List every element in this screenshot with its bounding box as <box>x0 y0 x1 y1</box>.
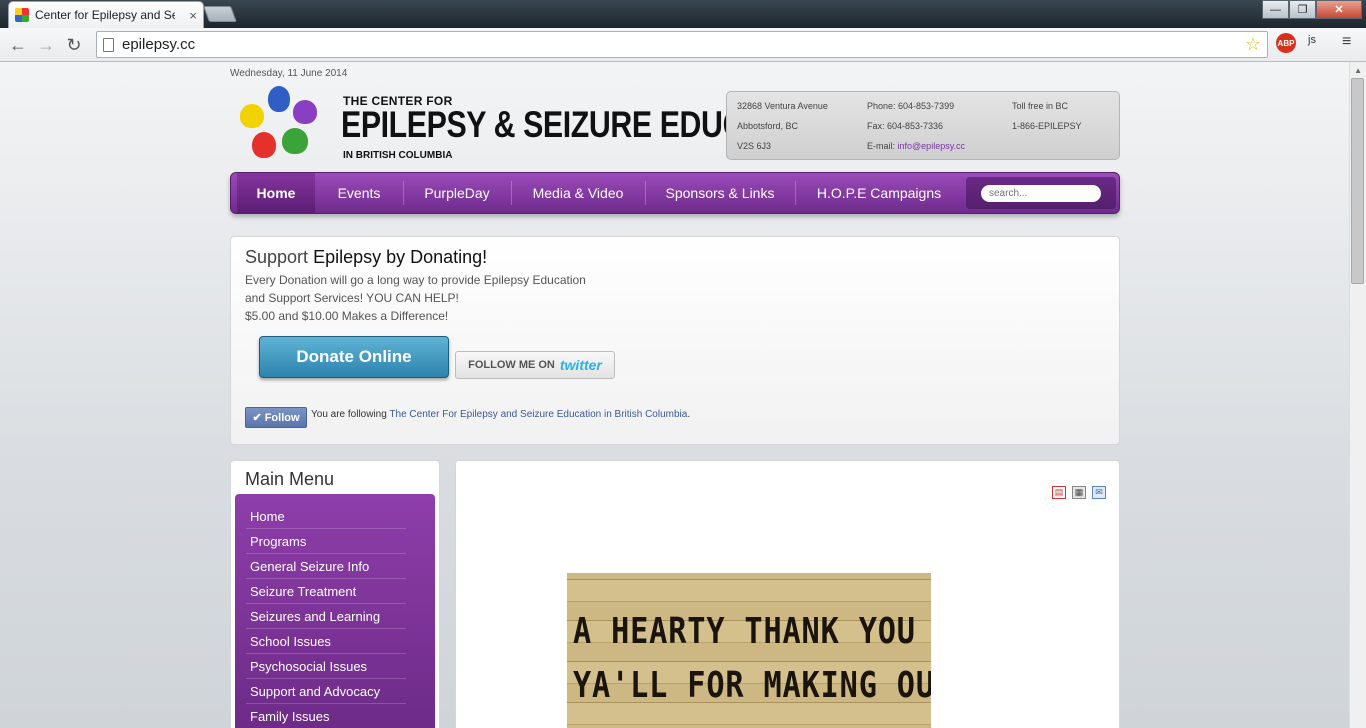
main-menu-title: Main Menu <box>245 469 335 489</box>
main-menu-panel: Main Menu Home Programs General Seizure … <box>230 460 440 728</box>
forward-icon[interactable]: → <box>34 33 58 57</box>
facebook-follow-button[interactable]: ✔ Follow <box>245 407 307 428</box>
scrollbar-thumb[interactable] <box>1351 78 1364 284</box>
tollfree-label: Toll free in BC <box>1012 101 1069 111</box>
browser-menu-icon[interactable]: ≡ <box>1342 33 1351 51</box>
bookmark-star-icon[interactable]: ☆ <box>1245 34 1261 55</box>
url-text[interactable]: epilepsy.cc <box>122 36 195 53</box>
scroll-up-icon[interactable]: ▲ <box>1354 66 1362 75</box>
address-line-2: Abbotsford, BC <box>737 121 799 131</box>
address-bar[interactable]: epilepsy.cc ☆ <box>96 31 1268 58</box>
nav-divider <box>403 181 404 205</box>
browser-tab[interactable]: Center for Epilepsy and Se × <box>8 1 204 28</box>
new-tab-button[interactable] <box>203 6 237 22</box>
email-icon[interactable]: ✉ <box>1092 486 1106 499</box>
nav-hope-campaigns[interactable]: H.O.P.E Campaigns <box>797 173 961 213</box>
contact-box: 32868 Ventura Avenue Abbotsford, BC V2S … <box>726 91 1120 160</box>
hands-logo-icon <box>238 86 326 168</box>
main-navigation: Home Events PurpleDay Media & Video Spon… <box>230 172 1120 214</box>
pdf-icon[interactable]: ▤ <box>1052 486 1066 499</box>
donate-description: Every Donation will go a long way to pro… <box>245 271 645 325</box>
nav-divider <box>511 181 512 205</box>
follow-page-link[interactable]: The Center For Epilepsy and Seizure Educ… <box>389 409 687 420</box>
donate-heading-rest: Epilepsy by Donating! <box>313 247 488 267</box>
thank-you-line-2: YA'LL FOR MAKING OUR <box>573 665 931 706</box>
tab-title: Center for Epilepsy and Se <box>35 8 175 22</box>
current-date: Wednesday, 11 June 2014 <box>230 68 348 79</box>
menu-item-seizure-treatment[interactable]: Seizure Treatment <box>246 579 406 604</box>
window-titlebar: Center for Epilepsy and Se × — ❐ ✕ <box>0 0 1366 28</box>
donate-online-button[interactable]: Donate Online <box>259 336 449 378</box>
email-label: E-mail: <box>867 141 896 151</box>
tollfree-number: 1-866-EPILEPSY <box>1012 121 1082 131</box>
menu-item-psychosocial-issues[interactable]: Psychosocial Issues <box>246 654 406 679</box>
follow-status: You are following The Center For Epileps… <box>311 408 691 422</box>
menu-item-home[interactable]: Home <box>246 504 406 529</box>
nav-home[interactable]: Home <box>237 173 315 213</box>
donate-heading-prefix: Support <box>245 247 309 267</box>
page-icon <box>103 37 114 52</box>
nav-purpleday[interactable]: PurpleDay <box>405 173 509 213</box>
nav-events[interactable]: Events <box>317 173 401 213</box>
donate-line-3: $5.00 and $10.00 Makes a Difference! <box>245 309 449 323</box>
minimize-button[interactable]: — <box>1262 0 1289 19</box>
address-line-3: V2S 6J3 <box>737 141 772 151</box>
donation-panel: Support Epilepsy by Donating! Every Dona… <box>230 236 1120 445</box>
fax-number: Fax: 604-853-7336 <box>867 121 944 131</box>
follow-status-end: . <box>687 409 691 420</box>
thank-you-image: A HEARTY THANK YOU TO YA'LL FOR MAKING O… <box>567 573 931 728</box>
phone-number: Phone: 604-853-7399 <box>867 101 955 111</box>
maximize-button[interactable]: ❐ <box>1289 0 1316 19</box>
twitter-logo-icon: twitter <box>559 357 602 373</box>
twitter-follow-button[interactable]: FOLLOW ME ON twitter <box>455 351 615 379</box>
site-logo[interactable]: THE CENTER FOR EPILEPSY & SEIZURE EDUCAT… <box>238 82 835 168</box>
nav-sponsors-links[interactable]: Sponsors & Links <box>647 173 793 213</box>
follow-status-text: You are following <box>311 409 387 420</box>
menu-item-family-issues[interactable]: Family Issues <box>246 704 406 728</box>
window-controls: — ❐ ✕ <box>1262 0 1362 19</box>
menu-item-programs[interactable]: Programs <box>246 529 406 554</box>
menu-item-general-seizure-info[interactable]: General Seizure Info <box>246 554 406 579</box>
tab-close-icon[interactable]: × <box>189 8 197 23</box>
browser-toolbar: ← → ↻ epilepsy.cc ☆ ABP js ≡ <box>0 28 1366 62</box>
donate-line-1: Every Donation will go a long way to pro… <box>245 273 586 287</box>
close-window-button[interactable]: ✕ <box>1316 0 1362 19</box>
main-menu-list: Home Programs General Seizure Info Seizu… <box>235 494 435 728</box>
nav-divider <box>645 181 646 205</box>
address-line-1: 32868 Ventura Avenue <box>737 101 828 111</box>
nav-divider <box>795 181 796 205</box>
adblock-plus-icon[interactable]: ABP <box>1276 33 1296 53</box>
twitter-prefix: FOLLOW ME ON <box>468 359 555 371</box>
reload-icon[interactable]: ↻ <box>62 33 86 57</box>
page-viewport: Wednesday, 11 June 2014 THE CENTER FOR E… <box>0 62 1349 728</box>
email-row: E-mail: info@epilepsy.cc <box>867 141 965 151</box>
nav-media-video[interactable]: Media & Video <box>513 173 643 213</box>
site-favicon-icon <box>15 8 29 22</box>
email-link[interactable]: info@epilepsy.cc <box>898 141 966 151</box>
javascript-extension-icon[interactable]: js <box>1308 34 1316 46</box>
menu-item-school-issues[interactable]: School Issues <box>246 629 406 654</box>
donate-line-2: and Support Services! YOU CAN HELP! <box>245 291 459 305</box>
print-icon[interactable]: ▦ <box>1072 486 1086 499</box>
thank-you-line-1: A HEARTY THANK YOU TO <box>573 611 931 652</box>
logo-line-3: IN BRITISH COLUMBIA <box>343 150 453 161</box>
back-icon[interactable]: ← <box>6 33 30 57</box>
search-container <box>966 177 1116 209</box>
menu-item-seizures-learning[interactable]: Seizures and Learning <box>246 604 406 629</box>
main-content: ▤ ▦ ✉ A HEARTY THANK YOU TO YA'LL FOR MA… <box>455 460 1120 728</box>
donate-heading: Support Epilepsy by Donating! <box>245 247 487 268</box>
search-input[interactable] <box>981 185 1101 202</box>
menu-item-support-advocacy[interactable]: Support and Advocacy <box>246 679 406 704</box>
